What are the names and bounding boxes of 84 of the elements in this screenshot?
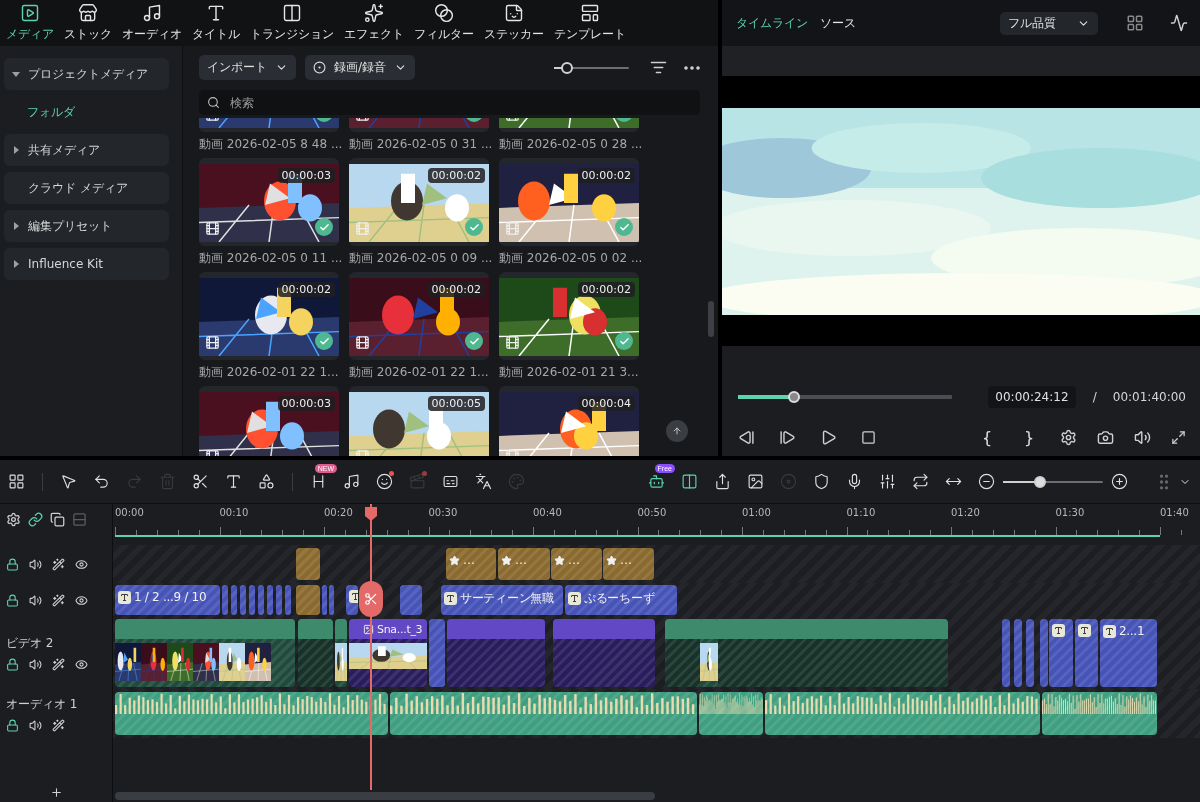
effect-clip[interactable]: … bbox=[498, 548, 550, 580]
media-tab[interactable]: メディア bbox=[2, 0, 58, 46]
preview-tab[interactable]: タイムライン bbox=[736, 14, 808, 32]
duration-label: 00:00:05 bbox=[427, 396, 485, 411]
effect-clip[interactable]: … bbox=[551, 548, 602, 580]
ruler-label: 01:30 bbox=[1055, 507, 1085, 518]
duration-label: 00:00:03 bbox=[277, 396, 335, 411]
media-name: 動画 2026-02-01 22 1... bbox=[349, 364, 489, 381]
clip-label: サーティーン無職 bbox=[460, 590, 554, 607]
media-name: 動画 2026-02-05 8 48 ... bbox=[199, 136, 339, 153]
title-clip[interactable]: サーティーン無職 bbox=[441, 585, 563, 615]
clip-label: ぷるーちーず bbox=[584, 590, 655, 607]
track-name: オーディオ 1 bbox=[6, 695, 79, 713]
media-card[interactable]: 00:00:02 bbox=[499, 158, 639, 246]
ruler-label: 00:50 bbox=[637, 507, 667, 518]
track-name: ビデオ 2 bbox=[6, 635, 55, 652]
media-card[interactable]: 00:00:03 bbox=[199, 386, 339, 456]
media-card[interactable]: 00:00:04 bbox=[499, 386, 639, 456]
ruler-label: 01:20 bbox=[951, 507, 980, 518]
media-card[interactable]: 00:00:02 bbox=[199, 272, 339, 360]
ruler-label: 00:00 bbox=[115, 507, 144, 518]
sidebar-item[interactable]: 編集プリセット bbox=[4, 210, 169, 242]
clip-label: … bbox=[568, 553, 580, 567]
title-clip[interactable]: 2...1 bbox=[1100, 619, 1157, 687]
media-tab[interactable]: テンプレート bbox=[550, 0, 630, 46]
media-tab[interactable]: タイトル bbox=[188, 0, 244, 46]
quality-dropdown[interactable]: フル品質 bbox=[1000, 11, 1098, 35]
media-card[interactable]: 00:00:03 bbox=[199, 158, 339, 246]
mark-in-button[interactable]: { bbox=[976, 427, 998, 447]
search-field[interactable]: 検索 bbox=[199, 90, 700, 115]
media-name: 動画 2026-02-05 0 09 ... bbox=[349, 250, 489, 267]
effect-clip[interactable]: … bbox=[603, 548, 654, 580]
media-name: 動画 2026-02-05 0 31 ... bbox=[349, 136, 489, 153]
media-tab[interactable]: ストック bbox=[60, 0, 116, 46]
duration-label: 00:00:04 bbox=[577, 396, 635, 411]
ruler-label: 01:40 bbox=[1160, 507, 1189, 518]
media-tab[interactable]: トランジション bbox=[246, 0, 338, 46]
total-time: 00:01:40:00 bbox=[1112, 390, 1186, 404]
ruler-label: 00:10 bbox=[219, 507, 249, 518]
clip-label: … bbox=[515, 553, 527, 567]
ruler-label: 00:40 bbox=[533, 507, 562, 518]
ruler-label: 00:30 bbox=[428, 507, 458, 518]
sidebar-item[interactable]: Influence Kit bbox=[4, 248, 169, 280]
media-card[interactable]: 00:00:02 bbox=[349, 158, 489, 246]
record-button[interactable]: 録画/録音 bbox=[305, 55, 416, 80]
time-separator: / bbox=[1092, 390, 1097, 404]
ruler-label: 01:00 bbox=[742, 507, 771, 518]
title-clip[interactable]: ぷるーちーず bbox=[565, 585, 677, 615]
media-tab[interactable]: オーディオ bbox=[118, 0, 186, 46]
ruler-label: 01:10 bbox=[846, 507, 876, 518]
media-name: 動画 2026-02-05 0 02 ... bbox=[499, 250, 639, 267]
media-name: 動画 2026-02-01 22 1... bbox=[199, 364, 339, 381]
clip-label: 1 / 2 ...9 / 10 bbox=[134, 590, 207, 604]
clip-label: … bbox=[463, 553, 475, 567]
media-tab[interactable]: フィルター bbox=[410, 0, 478, 46]
ruler-label: 00:20 bbox=[324, 507, 353, 518]
duration-label: 00:00:02 bbox=[577, 168, 635, 183]
duration-label: 00:00:02 bbox=[427, 168, 485, 183]
duration-label: 00:00:02 bbox=[577, 282, 635, 297]
clip-label: Sna...t_3 bbox=[377, 622, 423, 636]
media-card[interactable]: 00:00:02 bbox=[349, 272, 489, 360]
sidebar-item[interactable]: クラウド メディア bbox=[4, 172, 169, 204]
mark-out-button[interactable]: } bbox=[1018, 427, 1040, 447]
effect-clip[interactable]: … bbox=[446, 548, 496, 580]
media-name: 動画 2026-02-01 21 3... bbox=[499, 364, 639, 381]
duration-label: 00:00:02 bbox=[427, 282, 485, 297]
title-clip[interactable]: 1 / 2 ...9 / 10 bbox=[115, 585, 220, 615]
preview-tab[interactable]: ソース bbox=[820, 14, 856, 32]
duration-label: 00:00:02 bbox=[277, 282, 335, 297]
media-tab[interactable]: ステッカー bbox=[480, 0, 548, 46]
media-card[interactable]: 00:00:02 bbox=[499, 272, 639, 360]
media-name: 動画 2026-02-05 0 28 ... bbox=[499, 136, 639, 153]
sidebar-item[interactable]: 共有メディア bbox=[4, 134, 169, 166]
media-name: 動画 2026-02-05 0 11 ... bbox=[199, 250, 339, 267]
sidebar-item[interactable]: フォルダ bbox=[4, 96, 169, 128]
media-card[interactable]: 00:00:05 bbox=[349, 386, 489, 456]
clip-label: … bbox=[620, 553, 632, 567]
video-clip[interactable]: Sna...t_3 bbox=[349, 619, 427, 687]
clip-label: 2...1 bbox=[1119, 624, 1145, 638]
current-time: 00:00:24:12 bbox=[988, 386, 1076, 408]
duration-label: 00:00:03 bbox=[277, 168, 335, 183]
import-button[interactable]: インポート bbox=[199, 55, 296, 80]
sidebar-item[interactable]: プロジェクトメディア bbox=[4, 58, 169, 90]
media-tab[interactable]: エフェクト bbox=[340, 0, 408, 46]
